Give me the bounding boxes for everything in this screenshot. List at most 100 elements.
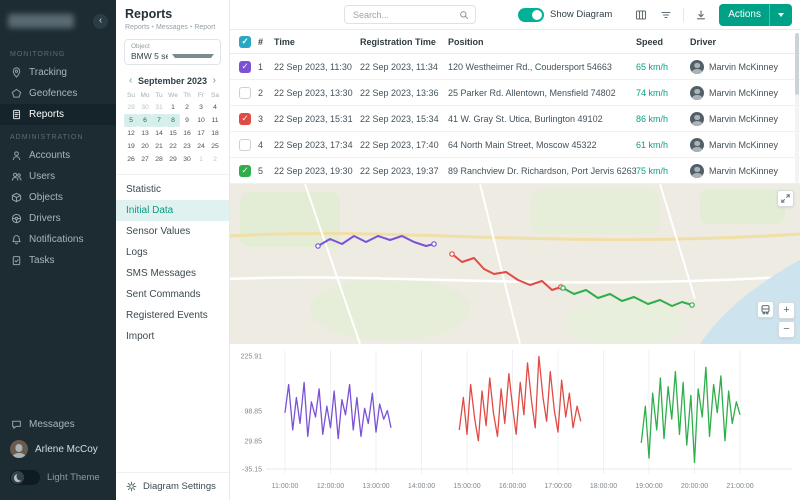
calendar-day[interactable]: 25	[208, 140, 222, 153]
calendar-day[interactable]: 12	[124, 127, 138, 140]
calendar-day[interactable]: 11	[208, 114, 222, 127]
row-number: 5	[258, 166, 274, 176]
sidebar-item-objects[interactable]: Objects	[0, 187, 116, 208]
transport-layer-button[interactable]	[757, 301, 774, 318]
calendar-day[interactable]: 6	[138, 114, 152, 127]
driver-name: Marvin McKinney	[709, 166, 778, 176]
download-button[interactable]	[693, 7, 709, 23]
chevron-down-icon[interactable]	[778, 13, 784, 17]
table-row[interactable]: 522 Sep 2023, 19:3022 Sep 2023, 19:3789 …	[230, 158, 800, 184]
calendar-day[interactable]: 31	[152, 101, 166, 114]
table-row[interactable]: 122 Sep 2023, 11:3022 Sep 2023, 11:34120…	[230, 54, 800, 80]
search-input[interactable]	[351, 9, 459, 21]
sidebar-item-reports[interactable]: Reports	[0, 104, 116, 125]
calendar-day[interactable]: 19	[124, 140, 138, 153]
row-checkbox[interactable]	[239, 87, 251, 99]
table-scrollbar[interactable]	[795, 33, 799, 183]
diagram-settings-button[interactable]: Diagram Settings	[116, 472, 229, 500]
calendar-day[interactable]: 21	[152, 140, 166, 153]
sidebar-item-geofences[interactable]: Geofences	[0, 83, 116, 104]
calendar-day[interactable]: 13	[138, 127, 152, 140]
calendar-day[interactable]: 9	[180, 114, 194, 127]
time-cell: 22 Sep 2023, 13:30	[274, 88, 360, 98]
diagram-canvas[interactable]: 11:00:0012:00:0013:00:0014:00:0015:00:00…	[230, 344, 800, 500]
scrollbar-thumb[interactable]	[795, 33, 799, 95]
calendar-day[interactable]: 29	[124, 101, 138, 114]
calendar-day[interactable]: 24	[194, 140, 208, 153]
zoom-out-button[interactable]: −	[778, 321, 795, 338]
calendar-day[interactable]: 20	[138, 140, 152, 153]
select-all-checkbox[interactable]	[239, 36, 251, 48]
menu-item-sensor-values[interactable]: Sensor Values	[116, 221, 229, 242]
sidebar-item-tasks[interactable]: Tasks	[0, 250, 116, 271]
breadcrumb-item[interactable]: Messages	[156, 24, 188, 31]
calendar-day[interactable]: 10	[194, 114, 208, 127]
calendar-day[interactable]: 27	[138, 153, 152, 166]
sidebar-item-drivers[interactable]: Drivers	[0, 208, 116, 229]
calendar-day[interactable]: 3	[194, 101, 208, 114]
object-select[interactable]: Object BMW 5 seria 2.0 AT, 2...	[124, 39, 221, 65]
menu-item-sent-commands[interactable]: Sent Commands	[116, 284, 229, 305]
map[interactable]: + −	[230, 184, 800, 344]
user-menu[interactable]: Arlene McCoy	[0, 435, 116, 463]
sidebar-item-notifications[interactable]: Notifications	[0, 229, 116, 250]
calendar-day[interactable]: 7	[152, 114, 166, 127]
calendar-day[interactable]: 18	[208, 127, 222, 140]
columns-button[interactable]	[633, 7, 649, 23]
calendar-day[interactable]: 30	[138, 101, 152, 114]
breadcrumb-item[interactable]: Reports	[125, 24, 150, 31]
table-row[interactable]: 422 Sep 2023, 17:3422 Sep 2023, 17:4064 …	[230, 132, 800, 158]
sidebar-item-tracking[interactable]: Tracking	[0, 62, 116, 83]
row-checkbox[interactable]	[239, 139, 251, 151]
row-checkbox[interactable]	[239, 61, 251, 73]
menu-item-initial-data[interactable]: Initial Data	[116, 200, 229, 221]
map-fullscreen-button[interactable]	[777, 190, 794, 207]
column-header-driver[interactable]: Driver	[690, 37, 800, 47]
show-diagram-toggle[interactable]	[518, 8, 544, 22]
breadcrumb-item[interactable]: Report	[194, 24, 215, 31]
map-canvas[interactable]	[230, 184, 800, 344]
prev-month-button[interactable]: ‹	[126, 75, 135, 86]
calendar-day[interactable]: 14	[152, 127, 166, 140]
calendar-day[interactable]: 23	[180, 140, 194, 153]
row-checkbox[interactable]	[239, 165, 251, 177]
calendar-day[interactable]: 29	[166, 153, 180, 166]
calendar-day[interactable]: 16	[180, 127, 194, 140]
column-header-time[interactable]: Time	[274, 37, 360, 47]
calendar-day[interactable]: 8	[166, 114, 180, 127]
calendar-day[interactable]: 28	[152, 153, 166, 166]
sidebar-item-users[interactable]: Users	[0, 166, 116, 187]
calendar-day[interactable]: 5	[124, 114, 138, 127]
column-header-position[interactable]: Position	[448, 37, 636, 47]
calendar-day[interactable]: 1	[194, 153, 208, 166]
actions-button[interactable]: Actions	[719, 4, 792, 26]
calendar-day[interactable]: 4	[208, 101, 222, 114]
calendar-day[interactable]: 15	[166, 127, 180, 140]
calendar-day[interactable]: 2	[208, 153, 222, 166]
sidebar-item-messages[interactable]: Messages	[0, 414, 116, 435]
calendar-day[interactable]: 26	[124, 153, 138, 166]
row-checkbox[interactable]	[239, 113, 251, 125]
menu-item-import[interactable]: Import	[116, 326, 229, 347]
sidebar-collapse-button[interactable]: ‹	[93, 14, 108, 29]
calendar-day[interactable]: 30	[180, 153, 194, 166]
table-row[interactable]: 322 Sep 2023, 15:3122 Sep 2023, 15:3441 …	[230, 106, 800, 132]
calendar-day[interactable]: 22	[166, 140, 180, 153]
menu-item-registered-events[interactable]: Registered Events	[116, 305, 229, 326]
calendar-day[interactable]: 17	[194, 127, 208, 140]
theme-toggle[interactable]	[10, 470, 40, 485]
column-header-speed[interactable]: Speed	[636, 37, 690, 47]
table-row[interactable]: 222 Sep 2023, 13:3022 Sep 2023, 13:3625 …	[230, 80, 800, 106]
zoom-in-button[interactable]: +	[778, 302, 795, 319]
column-header-num[interactable]: #	[258, 37, 274, 47]
sidebar-item-accounts[interactable]: Accounts	[0, 145, 116, 166]
menu-item-logs[interactable]: Logs	[116, 242, 229, 263]
next-month-button[interactable]: ›	[210, 75, 219, 86]
sidebar-item-label: Tasks	[29, 255, 55, 266]
calendar-day[interactable]: 2	[180, 101, 194, 114]
menu-item-statistic[interactable]: Statistic	[116, 179, 229, 200]
menu-item-sms-messages[interactable]: SMS Messages	[116, 263, 229, 284]
calendar-day[interactable]: 1	[166, 101, 180, 114]
filter-button[interactable]	[658, 7, 674, 23]
column-header-registration-time[interactable]: Registration Time	[360, 37, 448, 47]
